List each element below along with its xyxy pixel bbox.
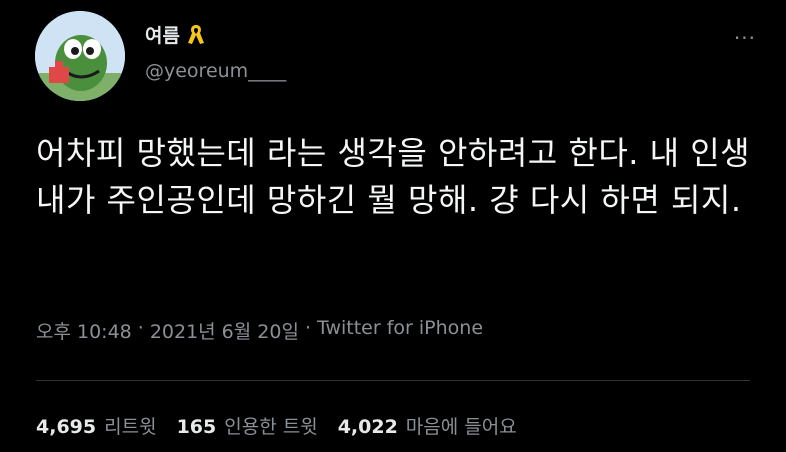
display-name-text: 여름 (145, 25, 180, 47)
avatar-illustration (35, 11, 125, 101)
tweet-time[interactable]: 오후 10:48 (36, 317, 132, 344)
retweet-count-stat[interactable]: 4,695 리트윗 (36, 412, 157, 439)
like-count-stat[interactable]: 4,022 마음에 들어요 (338, 412, 517, 439)
more-options-icon[interactable]: ··· (734, 26, 756, 50)
meta-separator: · (304, 317, 311, 339)
stat-label: 리트윗 (104, 416, 157, 438)
tweet-stats: 4,695 리트윗 165 인용한 트윗 4,022 마음에 들어요 (36, 412, 517, 439)
stat-count: 4,695 (36, 416, 97, 438)
stat-label: 인용한 트윗 (224, 416, 318, 438)
meta-separator: · (137, 317, 144, 339)
stat-count: 165 (176, 416, 217, 438)
author-handle[interactable]: @yeoreum____ (145, 60, 286, 82)
tweet-source[interactable]: Twitter for iPhone (317, 317, 483, 344)
quote-count-stat[interactable]: 165 인용한 트윗 (177, 412, 318, 439)
stat-count: 4,022 (337, 416, 398, 438)
tweet-card: 여름 @yeoreum____ ··· 어차피 망했는데 라는 생각을 안하려고… (0, 0, 786, 452)
tweet-metadata: 오후 10:48 · 2021년 6월 20일 · Twitter for iP… (36, 317, 483, 344)
tweet-date[interactable]: 2021년 6월 20일 (150, 317, 299, 344)
divider (36, 380, 750, 381)
yellow-ribbon-icon (186, 23, 206, 47)
stat-label: 마음에 들어요 (405, 416, 517, 438)
author-display-name[interactable]: 여름 (145, 21, 206, 48)
tweet-text: 어차피 망했는데 라는 생각을 안하려고 한다. 내 인생 내가 주인공인데 망… (36, 134, 751, 219)
avatar[interactable] (35, 11, 125, 101)
